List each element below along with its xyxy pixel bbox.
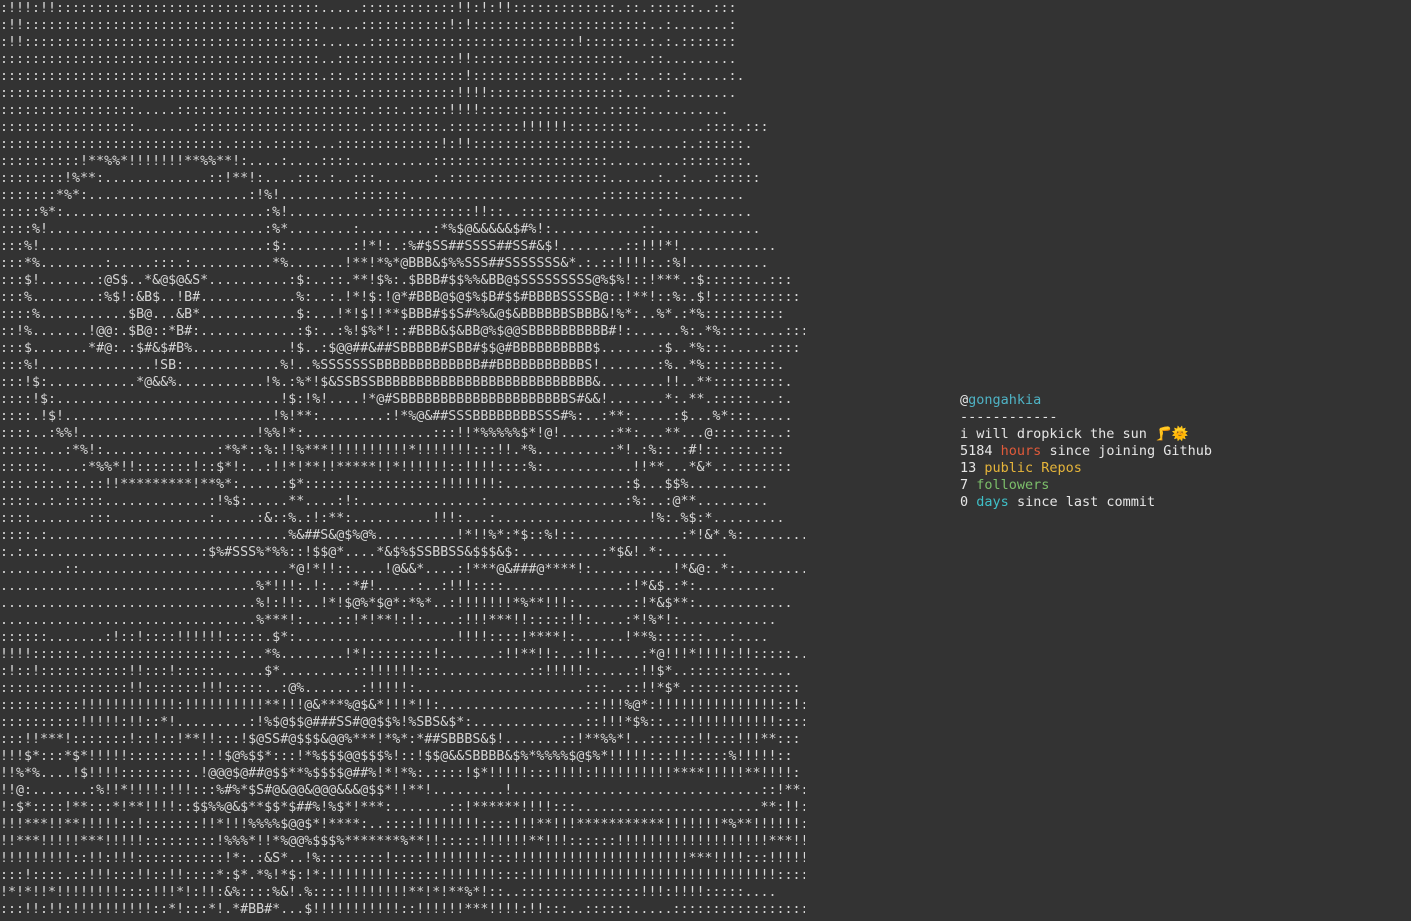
at-symbol: @ — [960, 392, 969, 408]
profile-card: @gongahkia ------------ i will dropkick … — [960, 392, 1212, 511]
username-line: @gongahkia — [960, 392, 1212, 409]
repos-stat: 13 public Repos — [960, 460, 1212, 477]
days-label: days — [976, 494, 1009, 510]
hours-value: 5184 — [960, 443, 993, 459]
hours-suffix: since joining Github — [1049, 443, 1212, 459]
bio: i will dropkick the sun 🦵🌞 — [960, 426, 1189, 442]
repos-label: public Repos — [984, 460, 1082, 476]
followers-label: followers — [976, 477, 1050, 493]
hours-stat: 5184 hours since joining Github — [960, 443, 1212, 460]
repos-value: 13 — [960, 460, 977, 476]
separator: ------------ — [960, 409, 1058, 425]
days-stat: 0 days since last commit — [960, 494, 1212, 511]
ascii-art: :!!!:!!:::::::::::::::::::::::::::::::::… — [0, 1, 805, 917]
followers-stat: 7 followers — [960, 477, 1212, 494]
days-suffix: since last commit — [1016, 494, 1156, 510]
followers-value: 7 — [960, 477, 969, 493]
hours-label: hours — [1000, 443, 1042, 459]
username: gongahkia — [968, 392, 1042, 408]
days-value: 0 — [960, 494, 969, 510]
